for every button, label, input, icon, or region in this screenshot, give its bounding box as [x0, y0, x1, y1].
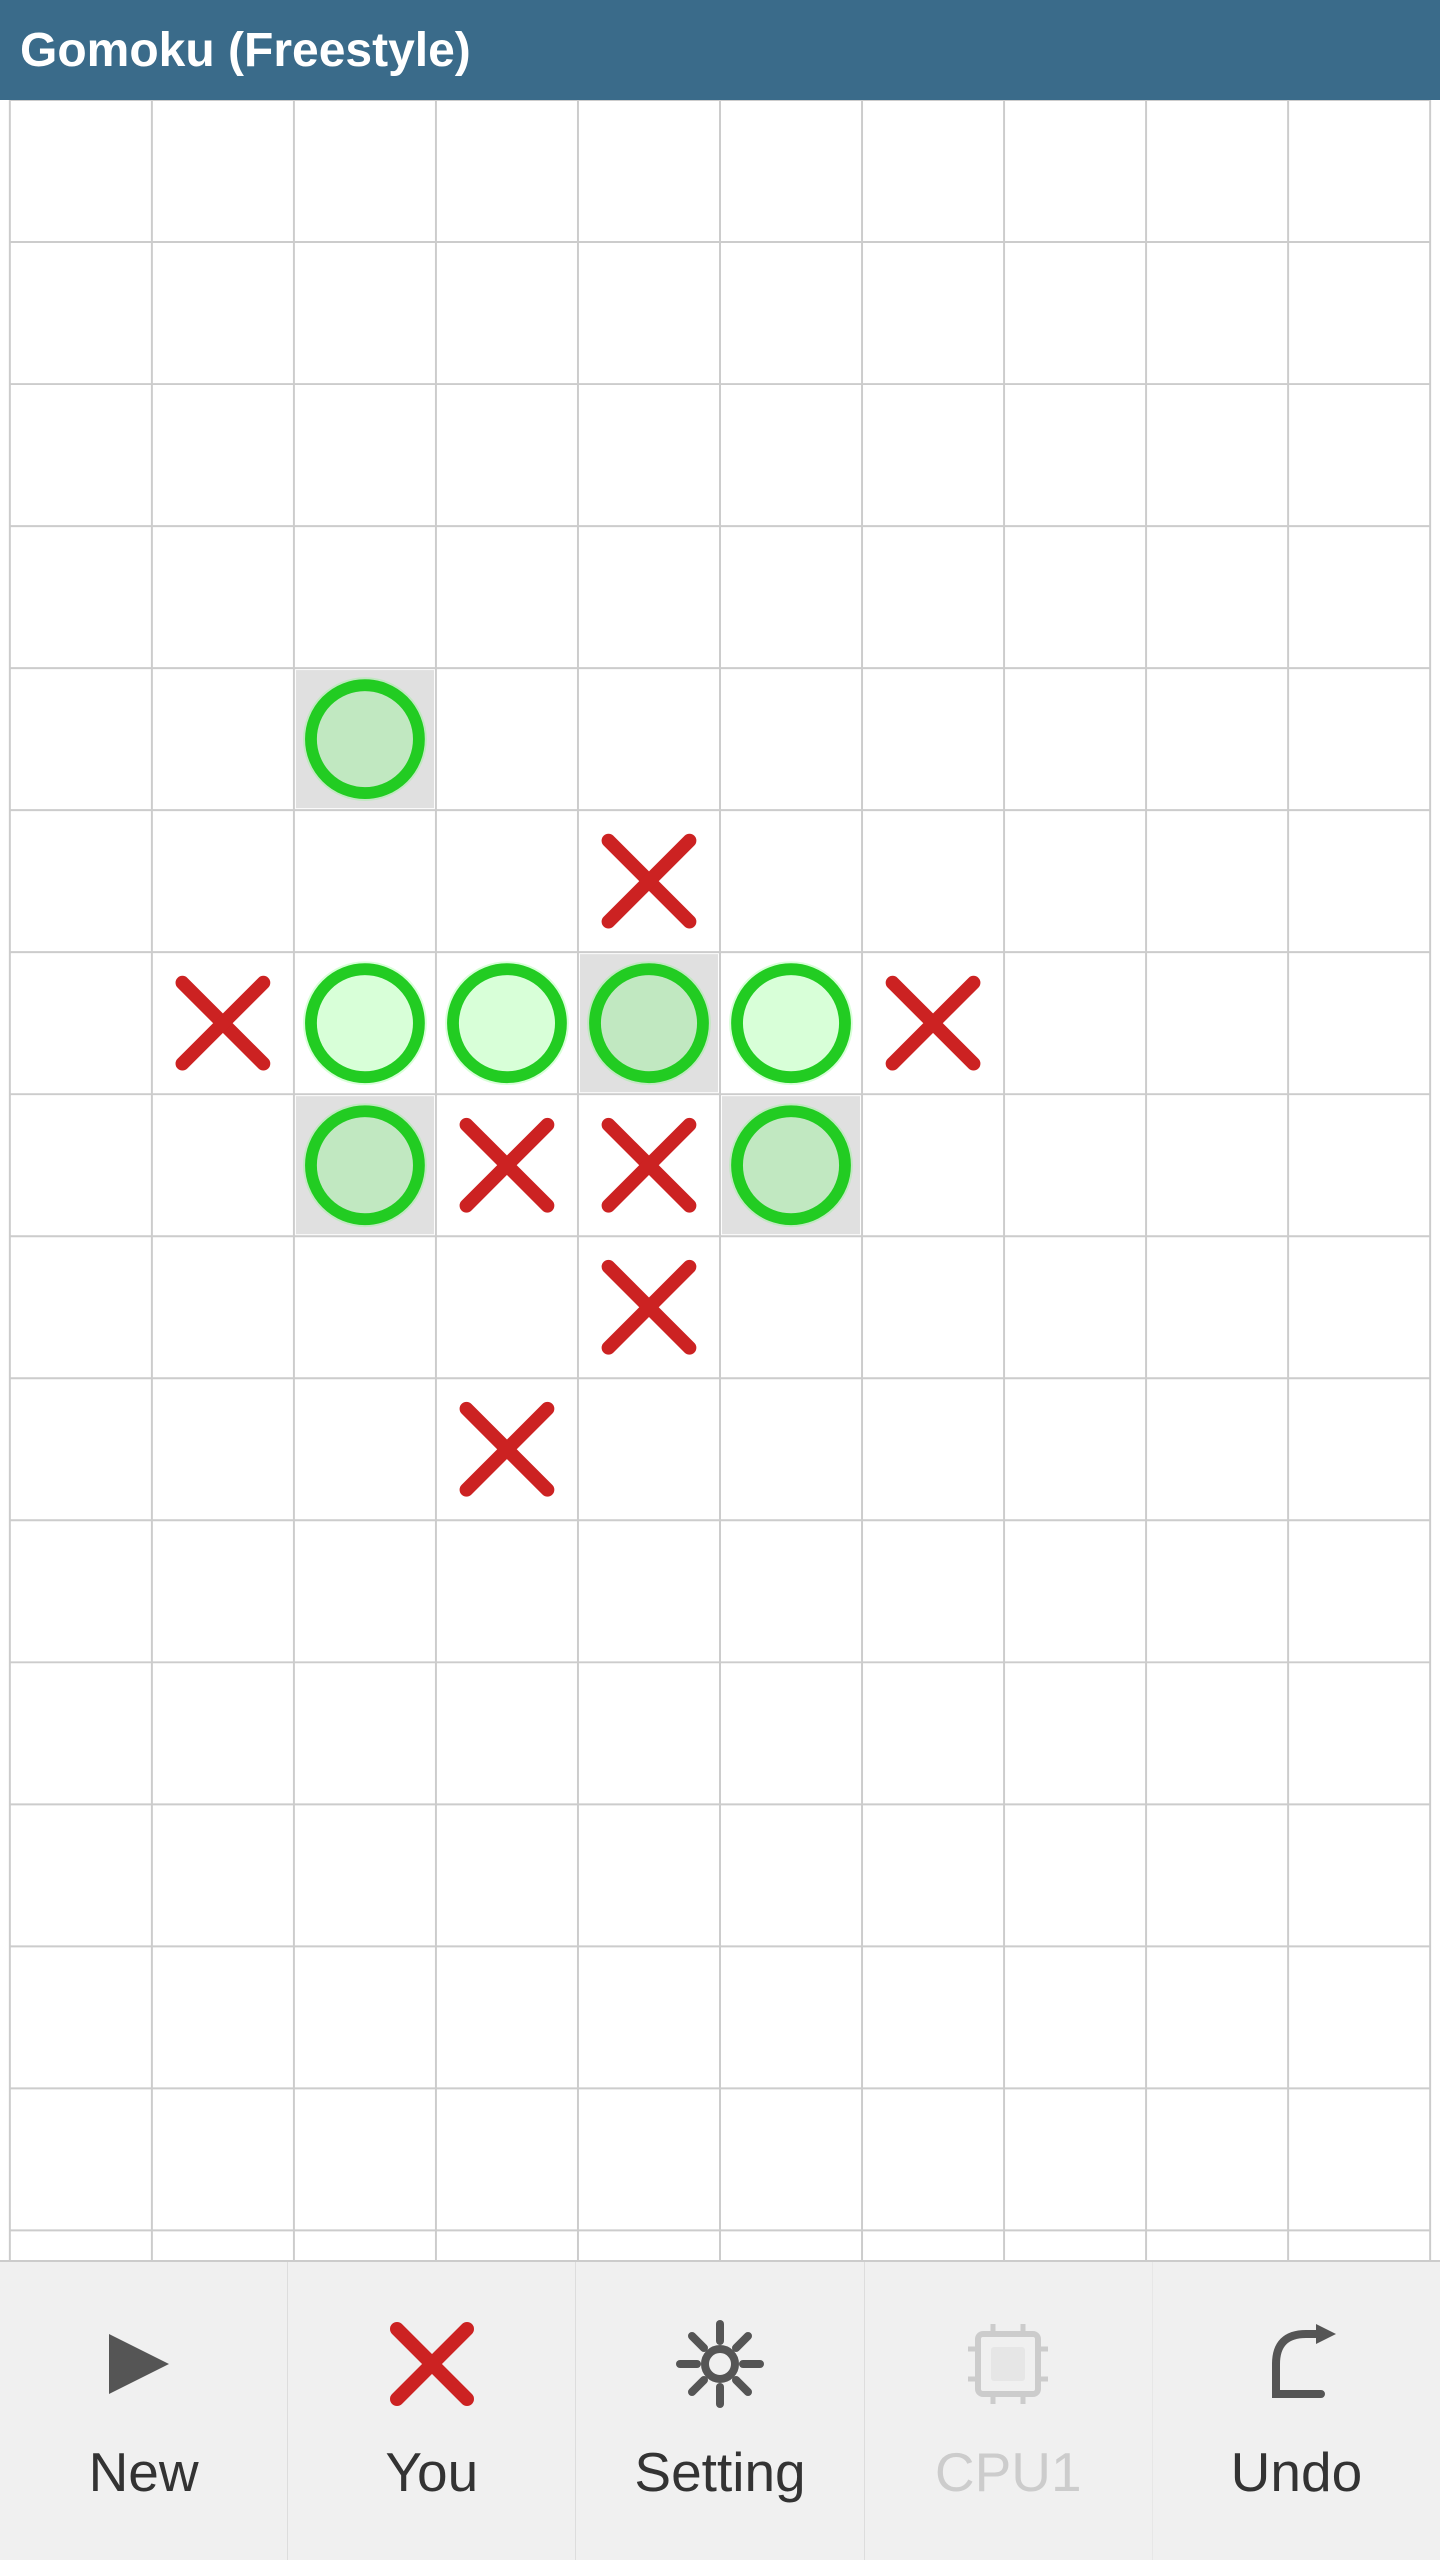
new-label: New: [89, 2440, 199, 2504]
bottom-bar: New You: [0, 2260, 1440, 2560]
title-bar: Gomoku (Freestyle): [0, 0, 1440, 100]
cpu1-icon: [963, 2319, 1053, 2424]
gear-icon: [675, 2319, 765, 2424]
you-x-icon: [387, 2319, 477, 2424]
setting-label: Setting: [634, 2440, 805, 2504]
you-label: You: [385, 2440, 478, 2504]
new-arrow-icon: [99, 2319, 189, 2424]
app-title: Gomoku (Freestyle): [20, 23, 471, 78]
undo-arrow-icon: [1251, 2319, 1341, 2424]
setting-button[interactable]: Setting: [576, 2262, 864, 2560]
undo-button[interactable]: Undo: [1153, 2262, 1440, 2560]
you-button[interactable]: You: [288, 2262, 576, 2560]
cpu1-button: CPU1: [865, 2262, 1153, 2560]
cpu1-label: CPU1: [935, 2440, 1082, 2504]
new-button[interactable]: New: [0, 2262, 288, 2560]
game-board[interactable]: [0, 100, 1440, 2260]
undo-label: Undo: [1231, 2440, 1362, 2504]
